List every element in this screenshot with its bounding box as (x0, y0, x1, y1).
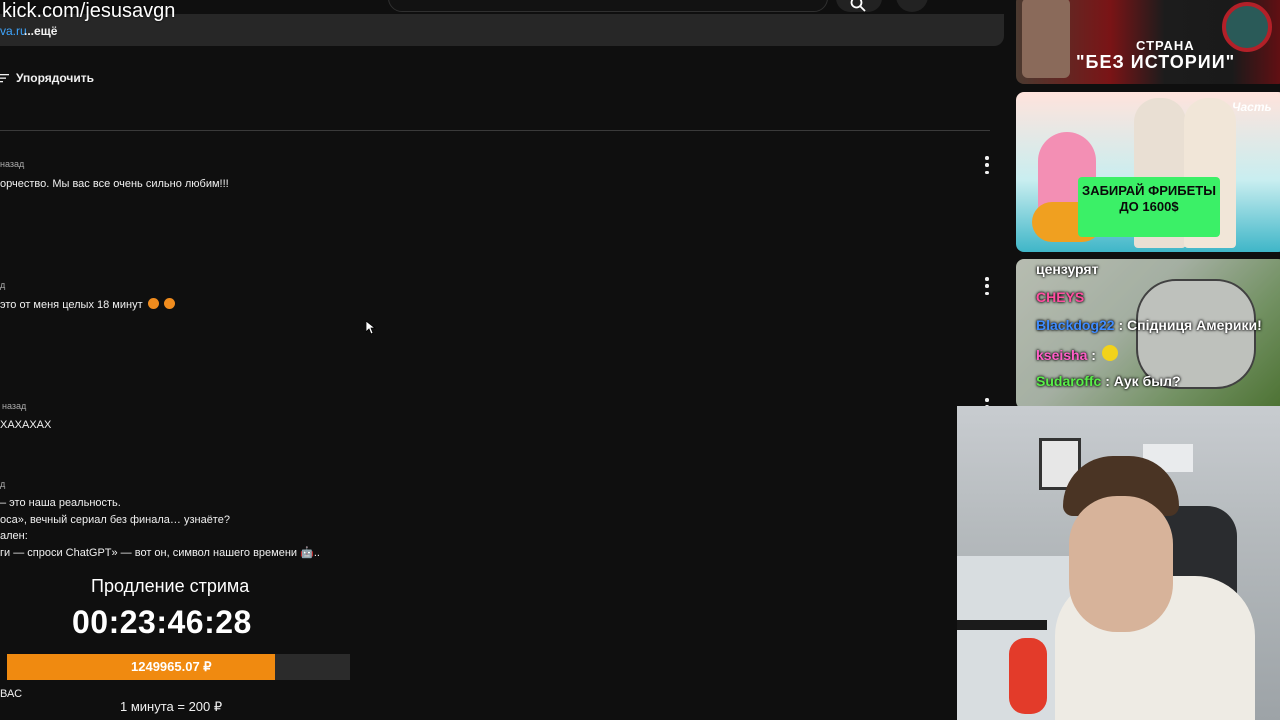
comment-timestamp: д (0, 479, 6, 489)
chat-username: Sudaroffc (1036, 373, 1102, 389)
chat-message: Sudaroffc : Аук был? (1036, 373, 1181, 389)
comment-text-line: ги — спроси ChatGPT» — вот он, символ на… (0, 547, 320, 559)
comment-timestamp: назад (0, 159, 25, 169)
voice-search-button[interactable] (896, 0, 928, 12)
chat-message: CHEYS (1036, 289, 1084, 305)
promo-banner: ЗАБИРАЙ ФРИБЕТЫ ДО 1600$ (1078, 177, 1220, 237)
search-icon (850, 0, 866, 12)
streamer-webcam (957, 406, 1280, 720)
microphone-icon (1009, 638, 1047, 714)
chat-text: : Спідниця Америки! (1114, 317, 1262, 333)
comment-timestamp: назад (2, 401, 27, 411)
comment-text-body: это от меня целых 18 минут (0, 299, 143, 311)
comment-menu-icon[interactable] (984, 277, 990, 295)
stream-watermark: kick.com/jesusavgn (2, 0, 176, 22)
chat-message: Blackdog22 : Спідниця Америки! (1036, 317, 1262, 333)
donation-amount: 1249965.07 ₽ (131, 659, 212, 674)
comments-divider (0, 130, 990, 131)
description-link[interactable]: va.ru (0, 24, 27, 38)
recommended-video-thumbnail[interactable]: СТРАНА "БЕЗ ИСТОРИИ" (1016, 0, 1280, 84)
chat-message: kseisha : (1036, 345, 1118, 363)
search-button[interactable] (836, 0, 882, 12)
thumbnail-caption: Часть (1232, 100, 1272, 114)
chat-text: : (1087, 347, 1096, 363)
thumbnail-face (1022, 0, 1070, 78)
comment-text: орчество. Мы вас все очень сильно любим!… (0, 178, 229, 190)
comment-text-line: – это наша реальность. (0, 497, 121, 509)
chat-emote-icon (1101, 345, 1118, 361)
angry-emoji-icon (147, 298, 159, 309)
donation-rate: 1 минута = 200 ₽ (120, 699, 223, 714)
recommended-video-thumbnail[interactable]: цензурят CHEYS Blackdog22 : Спідниця Аме… (1016, 259, 1280, 409)
recommended-video-thumbnail[interactable]: Часть ЗАБИРАЙ ФРИБЕТЫ ДО 1600$ (1016, 92, 1280, 252)
description-more-button[interactable]: ...ещё (24, 24, 57, 38)
comment-text: это от меня целых 18 минут (0, 298, 175, 311)
chat-username: CHEYS (1036, 289, 1085, 305)
comment-timestamp: д (0, 280, 6, 290)
comment-text-line: оса», вечный сериал без финала… узнаёте? (0, 514, 230, 526)
stream-extension-timer: 00:23:46:28 (72, 604, 252, 640)
stream-extension-title: Продление стрима (91, 576, 250, 596)
chat-username: Blackdog22 (1036, 317, 1115, 333)
sort-icon (0, 74, 9, 83)
chat-username: цензурят (1036, 261, 1099, 277)
chat-username: kseisha (1036, 347, 1088, 363)
comment-text-line: ален: (0, 530, 28, 542)
streamer-head (1069, 496, 1173, 632)
chat-text: : Аук был? (1101, 373, 1181, 389)
sort-comments-button[interactable]: Упорядочить (0, 68, 94, 88)
mic-arm (957, 620, 1047, 630)
thumbnail-badge (1222, 2, 1272, 52)
sort-label: Упорядочить (16, 71, 95, 85)
comment-text: ХАХАХАХ (0, 419, 52, 431)
thumbnail-caption: "БЕЗ ИСТОРИИ" (1076, 52, 1236, 72)
comment-menu-icon[interactable] (984, 156, 990, 174)
search-input[interactable] (388, 0, 828, 12)
chat-message: цензурят (1036, 261, 1098, 277)
donation-progress-bar: 1249965.07 ₽ (7, 654, 350, 680)
angry-emoji-icon (163, 298, 175, 309)
mouse-cursor-icon (366, 321, 376, 335)
overlay-side-text: ВАС (0, 688, 23, 700)
thumbnail-caption: СТРАНА (1136, 38, 1195, 53)
